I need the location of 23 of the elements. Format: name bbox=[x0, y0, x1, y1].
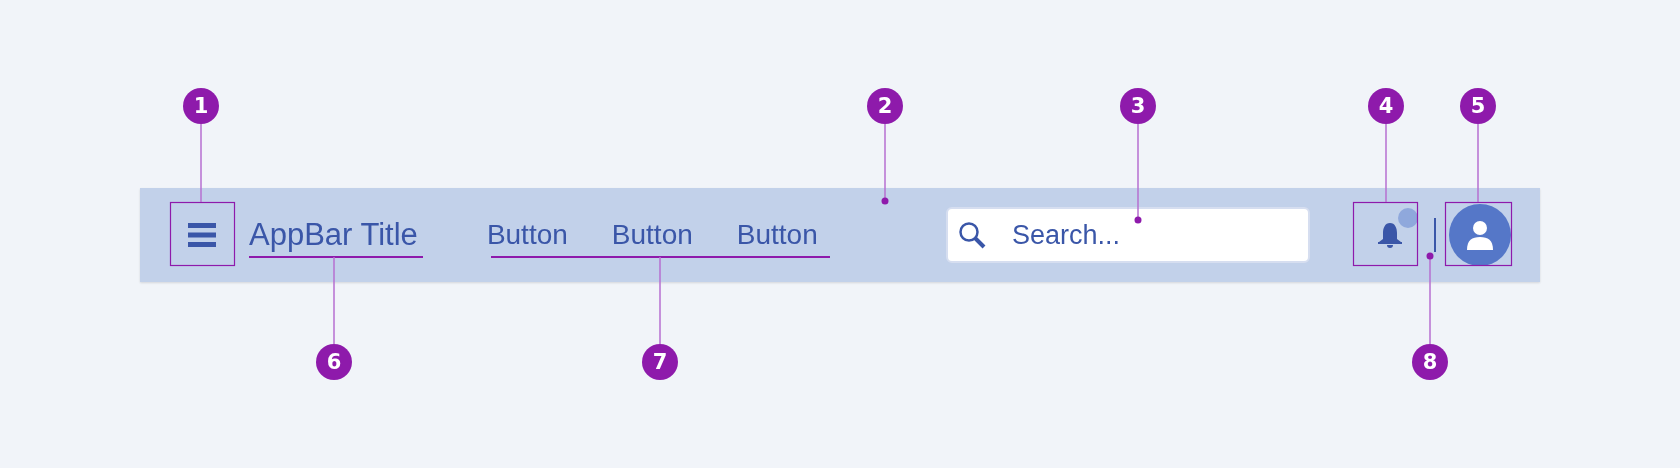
callout-number: 1 bbox=[183, 88, 219, 124]
search-field[interactable]: Search... bbox=[946, 207, 1310, 263]
bell-icon bbox=[1377, 221, 1403, 249]
text-button[interactable]: Button bbox=[736, 219, 818, 251]
search-icon bbox=[958, 221, 986, 249]
text-button[interactable]: Button bbox=[611, 219, 693, 251]
text-button[interactable]: Button bbox=[486, 219, 568, 251]
vertical-divider bbox=[1434, 218, 1436, 252]
avatar[interactable] bbox=[1449, 204, 1511, 266]
callout-number: 4 bbox=[1368, 88, 1404, 124]
callout-number: 2 bbox=[867, 88, 903, 124]
callout-number: 3 bbox=[1120, 88, 1156, 124]
callout-number: 5 bbox=[1460, 88, 1496, 124]
app-bar-title: AppBar Title bbox=[249, 217, 418, 253]
highlight-frame bbox=[1444, 201, 1513, 267]
menu-icon bbox=[188, 223, 216, 247]
highlight-frame bbox=[169, 201, 236, 267]
highlight-frame bbox=[1352, 201, 1419, 267]
callout-number: 6 bbox=[316, 344, 352, 380]
notification-dot bbox=[1398, 208, 1418, 228]
callout-number: 7 bbox=[642, 344, 678, 380]
callout-number: 8 bbox=[1412, 344, 1448, 380]
person-icon bbox=[1466, 220, 1494, 250]
